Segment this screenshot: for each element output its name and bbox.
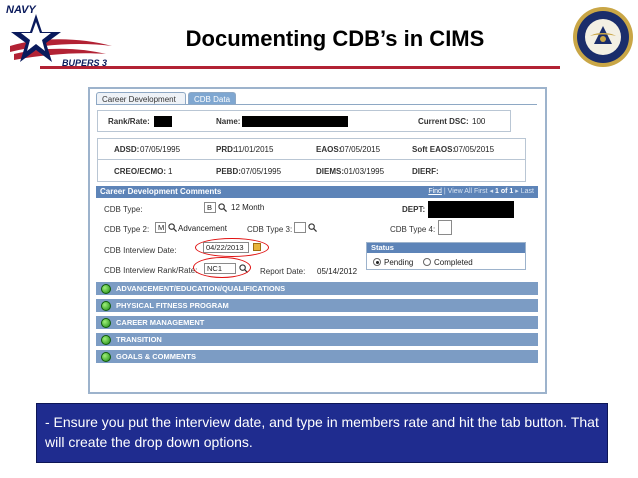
section-advancement[interactable]: ADVANCEMENT/EDUCATION/QUALIFICATIONS: [96, 282, 538, 296]
adsd-value: 07/05/1995: [140, 145, 181, 154]
view-all-link[interactable]: View All: [448, 188, 472, 195]
status-pending-label: Pending: [384, 258, 414, 267]
section-career-management[interactable]: CAREER MANAGEMENT: [96, 316, 538, 330]
cdb-type-input[interactable]: B: [204, 202, 216, 213]
logo-text-navy: NAVY: [6, 4, 36, 16]
title-divider: [40, 66, 560, 69]
cdb-type3-lookup-icon[interactable]: [308, 223, 317, 232]
status-header: Status: [367, 243, 525, 253]
redacted-dept: [428, 201, 514, 218]
interview-rank-highlight: [193, 257, 251, 278]
section-career-management-label: CAREER MANAGEMENT: [116, 318, 205, 327]
instruction-note: - Ensure you put the interview date, and…: [36, 403, 608, 463]
record-range: 1 of 1: [495, 188, 514, 195]
name-label: Name:: [216, 117, 241, 126]
prd-value: 11/01/2015: [234, 145, 274, 154]
next-arrow-icon[interactable]: ▸: [515, 188, 519, 195]
cdb-type4-input[interactable]: [438, 220, 452, 235]
cdb-type2-description: Advancement: [178, 224, 227, 233]
section-goals-comments-label: GOALS & COMMENTS: [116, 352, 196, 361]
report-date-label: Report Date:: [260, 267, 306, 276]
cdb-type-label: CDB Type:: [104, 205, 143, 214]
info-divider: [98, 159, 525, 160]
cdb-type2-label: CDB Type 2:: [104, 225, 150, 234]
eaos-label: EAOS:: [316, 145, 342, 154]
service-dates-box: ADSD: 07/05/1995 PRD: 11/01/2015 EAOS: 0…: [97, 138, 526, 182]
section-transition-label: TRANSITION: [116, 335, 162, 344]
cdb-type2-input[interactable]: M: [155, 222, 166, 233]
navy-personnel-seal: [572, 6, 634, 68]
cdb-type4-label: CDB Type 4:: [390, 225, 436, 234]
tab-underline: [96, 104, 537, 105]
soft-eaos-value: 07/05/2015: [454, 145, 495, 154]
report-date-value: 05/14/2012: [317, 267, 358, 276]
section-physical-fitness-label: PHYSICAL FITNESS PROGRAM: [116, 301, 229, 310]
first-link[interactable]: First: [474, 188, 488, 195]
cims-screenshot-panel: Career Development CDB Data Rank/Rate: N…: [88, 87, 547, 394]
status-pending-radio[interactable]: [373, 258, 381, 266]
dept-label: DEPT:: [402, 205, 426, 214]
interview-date-highlight: [195, 238, 269, 257]
prev-arrow-icon[interactable]: ◂: [490, 188, 494, 195]
expand-icon: [101, 335, 111, 345]
rank-rate-label: Rank/Rate:: [108, 117, 150, 126]
redacted-rank: [154, 116, 172, 127]
eaos-value: 07/05/2015: [340, 145, 381, 154]
section-goals-comments[interactable]: GOALS & COMMENTS: [96, 350, 538, 364]
section-physical-fitness[interactable]: PHYSICAL FITNESS PROGRAM: [96, 299, 538, 313]
pebd-value: 07/05/1995: [241, 167, 282, 176]
expand-icon: [101, 352, 111, 362]
creo-ecmo-label: CREO/ECMO:: [114, 167, 166, 176]
diems-label: DIEMS:: [316, 167, 344, 176]
cdb-type-lookup-icon[interactable]: [218, 203, 227, 212]
cdb-type-description: 12 Month: [231, 203, 265, 212]
last-link[interactable]: Last: [521, 188, 534, 195]
prd-label: PRD:: [216, 145, 236, 154]
current-dsc-value: 100: [472, 117, 486, 126]
cdb-type3-label: CDB Type 3:: [247, 225, 293, 234]
expand-icon: [101, 318, 111, 328]
soft-eaos-label: Soft EAOS:: [412, 145, 456, 154]
seal-icon: [573, 7, 633, 67]
pebd-label: PEBD:: [216, 167, 241, 176]
dierf-label: DIERF:: [412, 167, 439, 176]
comments-section-title: Career Development Comments: [100, 187, 222, 196]
cdb-interview-date-label: CDB Interview Date:: [104, 246, 177, 255]
section-advancement-label: ADVANCEMENT/EDUCATION/QUALIFICATIONS: [116, 284, 286, 293]
find-link[interactable]: Find: [428, 188, 442, 195]
adsd-label: ADSD:: [114, 145, 140, 154]
expand-icon: [101, 301, 111, 311]
member-info-box: Rank/Rate: Name: Current DSC: 100: [97, 110, 511, 132]
section-navigation: Find | View All First ◂ 1 of 1 ▸ Last: [428, 188, 534, 195]
expand-icon: [101, 284, 111, 294]
status-box: Status Pending Completed: [366, 242, 526, 270]
comments-section-header: Career Development Comments Find | View …: [96, 186, 538, 198]
cdb-interview-rank-label: CDB Interview Rank/Rate:: [104, 266, 198, 275]
diems-value: 01/03/1995: [344, 167, 385, 176]
status-completed-radio[interactable]: [423, 258, 431, 266]
redacted-name: [242, 116, 348, 127]
slide-title: Documenting CDB’s in CIMS: [185, 26, 485, 51]
creo-ecmo-value: 1: [168, 167, 173, 176]
current-dsc-label: Current DSC:: [418, 117, 469, 126]
cdb-type3-input[interactable]: [294, 222, 306, 233]
section-transition[interactable]: TRANSITION: [96, 333, 538, 347]
status-completed-label: Completed: [434, 258, 473, 267]
cdb-type2-lookup-icon[interactable]: [168, 223, 177, 232]
